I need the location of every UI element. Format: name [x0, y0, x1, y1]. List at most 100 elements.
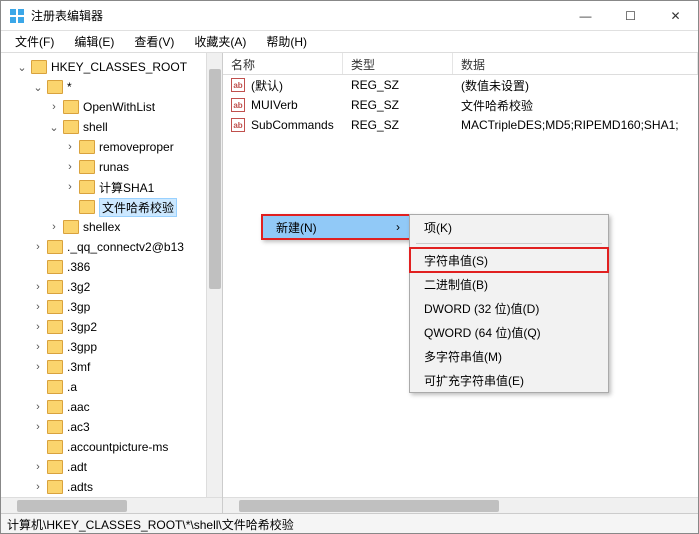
expand-icon[interactable]: › [63, 141, 77, 153]
menu-item-expstring[interactable]: 可扩充字符串值(E) [410, 368, 608, 392]
col-type[interactable]: 类型 [343, 53, 453, 74]
menubar: 文件(F) 编辑(E) 查看(V) 收藏夹(A) 帮助(H) [1, 31, 698, 53]
menu-help[interactable]: 帮助(H) [256, 31, 317, 52]
tree-item[interactable]: ›.3gp2 [1, 317, 222, 337]
list-row[interactable]: abMUIVerb REG_SZ 文件哈希校验 [223, 95, 698, 115]
folder-icon [47, 280, 63, 294]
menu-item-multistring[interactable]: 多字符串值(M) [410, 344, 608, 368]
tree-item[interactable]: .accountpicture-ms [1, 437, 222, 457]
maximize-button[interactable]: ☐ [608, 1, 653, 31]
folder-icon [47, 380, 63, 394]
expand-icon[interactable]: › [31, 461, 45, 473]
expand-icon[interactable]: › [31, 361, 45, 373]
tree-item[interactable]: ›removeproper [1, 137, 222, 157]
tree-item[interactable]: ›.aac [1, 397, 222, 417]
close-button[interactable]: ✕ [653, 1, 698, 31]
folder-icon [63, 100, 79, 114]
string-value-icon: ab [231, 118, 245, 132]
folder-icon [47, 400, 63, 414]
app-icon [9, 8, 25, 24]
string-value-icon: ab [231, 98, 245, 112]
tree-item[interactable]: ›.adts [1, 477, 222, 497]
expand-icon[interactable]: › [31, 341, 45, 353]
folder-icon [63, 120, 79, 134]
col-name[interactable]: 名称 [223, 53, 343, 74]
menu-item-string[interactable]: 字符串值(S) [410, 248, 608, 272]
tree-vscrollbar[interactable] [206, 53, 222, 497]
window-title: 注册表编辑器 [31, 7, 563, 24]
folder-icon [79, 200, 95, 214]
tree-item[interactable]: ›计算SHA1 [1, 177, 222, 197]
folder-icon [47, 360, 63, 374]
expand-icon[interactable]: › [31, 481, 45, 493]
context-menu-new: 新建(N)› [261, 214, 411, 240]
tree-item[interactable]: ›.ac3 [1, 417, 222, 437]
menu-file[interactable]: 文件(F) [5, 31, 64, 52]
tree-item[interactable]: ⌄shell [1, 117, 222, 137]
expand-icon[interactable]: › [31, 301, 45, 313]
tree-pane: ⌄HKEY_CLASSES_ROOT ⌄* ›OpenWithList ⌄she… [1, 53, 223, 513]
folder-icon [79, 140, 95, 154]
value-data: MACTripleDES;MD5;RIPEMD160;SHA1; [453, 118, 698, 132]
expand-icon[interactable]: › [63, 181, 77, 193]
folder-icon [47, 300, 63, 314]
tree-item-selected[interactable]: 文件哈希校验 [1, 197, 222, 217]
folder-icon [47, 440, 63, 454]
value-type: REG_SZ [343, 98, 453, 112]
tree-item[interactable]: ›shellex [1, 217, 222, 237]
list-row[interactable]: abSubCommands REG_SZ MACTripleDES;MD5;RI… [223, 115, 698, 135]
collapse-icon[interactable]: ⌄ [15, 61, 29, 74]
expand-icon[interactable]: › [47, 221, 61, 233]
value-data: (数值未设置) [453, 77, 698, 94]
tree-item[interactable]: ›._qq_connectv2@b13 [1, 237, 222, 257]
tree-item[interactable]: ⌄* [1, 77, 222, 97]
expand-icon[interactable]: › [31, 401, 45, 413]
submenu-arrow-icon: › [396, 220, 400, 234]
value-data: 文件哈希校验 [453, 97, 698, 114]
expand-icon[interactable]: › [47, 101, 61, 113]
tree-item[interactable]: .386 [1, 257, 222, 277]
folder-icon [47, 240, 63, 254]
tree-item[interactable]: ›.3gpp [1, 337, 222, 357]
menu-favorites[interactable]: 收藏夹(A) [184, 31, 256, 52]
list-row[interactable]: ab (默认) REG_SZ (数值未设置) [223, 75, 698, 95]
menu-separator [416, 243, 602, 244]
tree-item[interactable]: ›OpenWithList [1, 97, 222, 117]
expand-icon[interactable]: › [31, 241, 45, 253]
collapse-icon[interactable]: ⌄ [31, 81, 45, 94]
menu-item-dword[interactable]: DWORD (32 位)值(D) [410, 296, 608, 320]
expand-icon[interactable]: › [63, 161, 77, 173]
string-value-icon: ab [231, 78, 245, 92]
folder-icon [47, 320, 63, 334]
minimize-button[interactable]: ― [563, 1, 608, 31]
folder-icon [47, 80, 63, 94]
menu-view[interactable]: 查看(V) [124, 31, 184, 52]
tree-item[interactable]: ›.3mf [1, 357, 222, 377]
collapse-icon[interactable]: ⌄ [47, 121, 61, 134]
tree-item[interactable]: ›.adt [1, 457, 222, 477]
folder-icon [79, 180, 95, 194]
titlebar: 注册表编辑器 ― ☐ ✕ [1, 1, 698, 31]
list-hscrollbar[interactable] [223, 497, 698, 513]
menu-item-key[interactable]: 项(K) [410, 215, 608, 239]
tree-item[interactable]: ›runas [1, 157, 222, 177]
folder-icon [63, 220, 79, 234]
value-name: (默认) [251, 77, 283, 94]
col-data[interactable]: 数据 [453, 53, 698, 74]
menu-item-binary[interactable]: 二进制值(B) [410, 272, 608, 296]
expand-icon[interactable]: › [31, 421, 45, 433]
tree-item[interactable]: ⌄HKEY_CLASSES_ROOT [1, 57, 222, 77]
tree-item[interactable]: ›.3g2 [1, 277, 222, 297]
folder-icon [47, 260, 63, 274]
tree-hscrollbar[interactable] [1, 497, 222, 513]
folder-icon [47, 420, 63, 434]
expand-icon[interactable]: › [31, 321, 45, 333]
menu-item-new[interactable]: 新建(N)› [262, 215, 410, 239]
tree-item[interactable]: ›.3gp [1, 297, 222, 317]
menu-item-qword[interactable]: QWORD (64 位)值(Q) [410, 320, 608, 344]
value-type: REG_SZ [343, 78, 453, 92]
expand-icon[interactable]: › [31, 281, 45, 293]
tree-item[interactable]: .a [1, 377, 222, 397]
value-name: SubCommands [251, 118, 334, 132]
menu-edit[interactable]: 编辑(E) [64, 31, 124, 52]
